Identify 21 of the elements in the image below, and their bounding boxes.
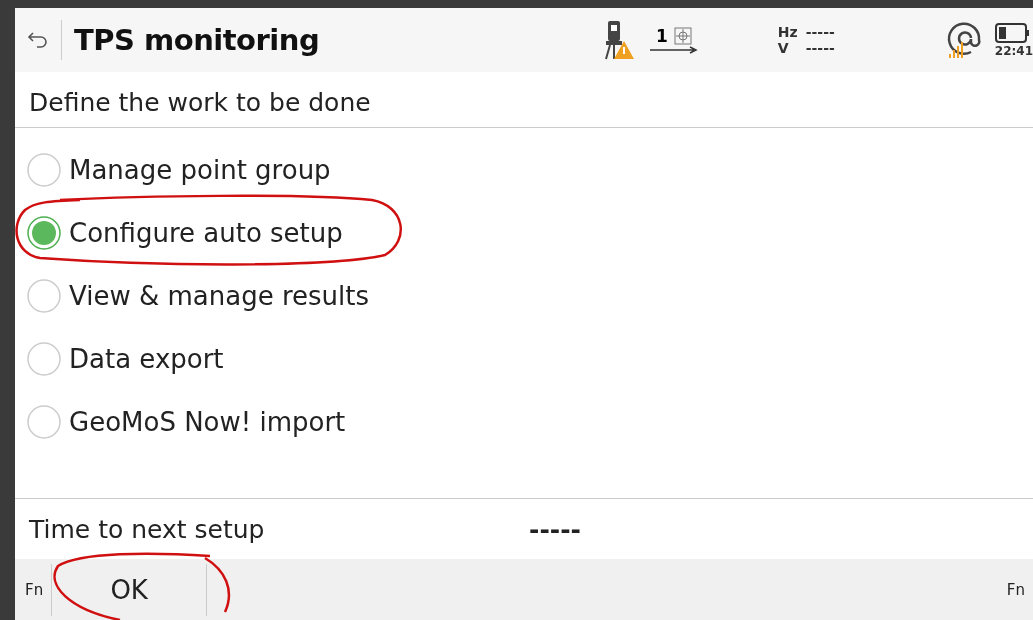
target-icon[interactable] bbox=[673, 27, 692, 45]
fn-key[interactable]: Fn bbox=[996, 580, 1033, 599]
battery-icon[interactable] bbox=[994, 22, 1031, 44]
radio-option[interactable]: View & manage results bbox=[15, 264, 1033, 327]
v-label: V bbox=[777, 40, 790, 56]
radio-option[interactable]: GeoMoS Now! import bbox=[15, 390, 1033, 453]
clock-time: 22:41 bbox=[994, 44, 1033, 58]
radio-option[interactable]: Configure auto setup bbox=[15, 201, 1033, 264]
hz-value: ----- bbox=[805, 24, 835, 40]
next-setup-label: Time to next setup bbox=[29, 514, 266, 544]
v-value: ----- bbox=[805, 40, 835, 56]
screen-title: TPS monitoring bbox=[74, 23, 320, 57]
fn-key[interactable]: Fn bbox=[15, 580, 52, 599]
radio-option[interactable]: Manage point group bbox=[15, 138, 1033, 201]
next-setup-value: ----- bbox=[529, 514, 581, 544]
face-number: 1 bbox=[655, 26, 668, 46]
radio-option[interactable]: Data export bbox=[15, 327, 1033, 390]
hz-label: Hz bbox=[777, 24, 798, 40]
instruction-text: Define the work to be done bbox=[15, 72, 1033, 128]
arrow-icon bbox=[649, 46, 698, 54]
ok-button[interactable]: OK bbox=[51, 563, 208, 616]
